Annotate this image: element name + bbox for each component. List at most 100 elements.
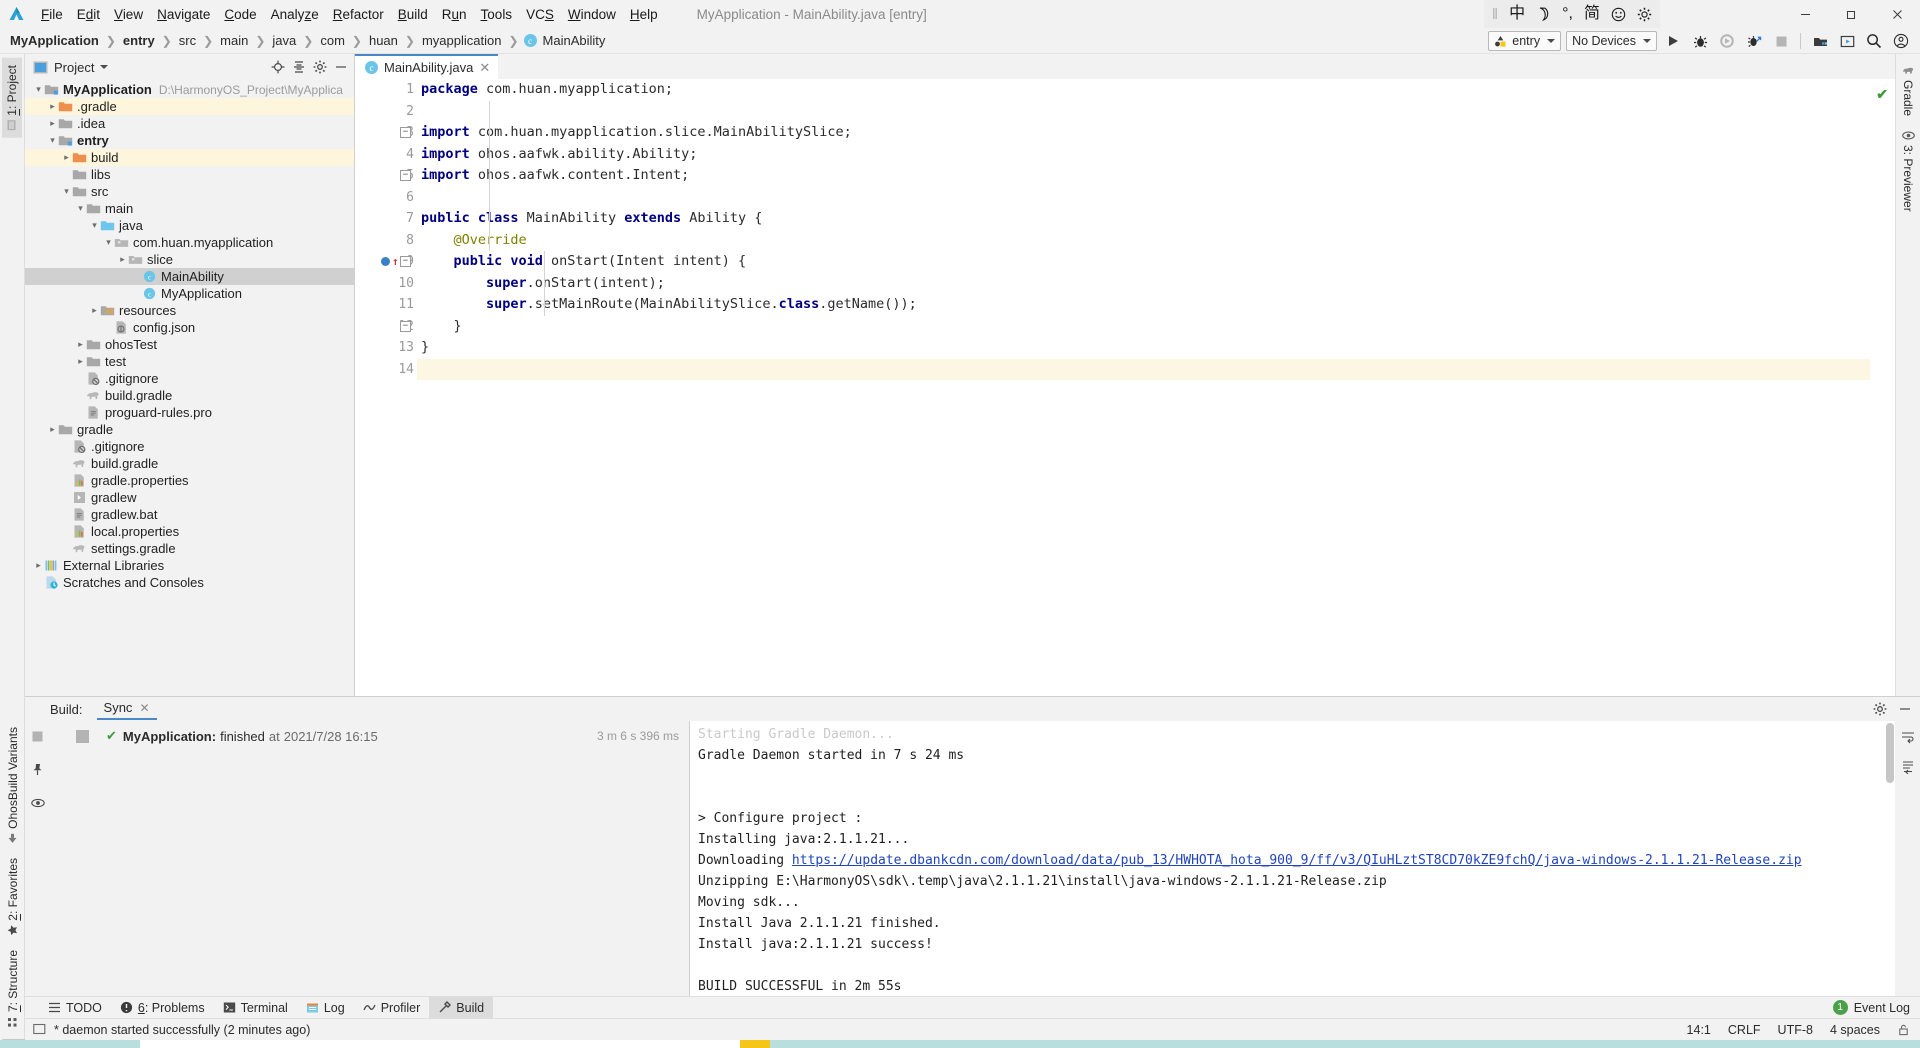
chevron-right-icon[interactable]: ▸ <box>117 254 128 265</box>
breakpoint-icon[interactable] <box>381 257 390 267</box>
menu-code[interactable]: Code <box>217 4 263 25</box>
code-editor[interactable]: 1 2 −3 4 −5 6 7 8 ↑−9 10 11 −12 13 14 package com.hua… <box>355 79 1895 696</box>
gutter-line-10[interactable]: 10 <box>355 273 417 295</box>
code-line-8[interactable]: @Override <box>417 230 1870 252</box>
event-log-area[interactable]: 1 Event Log <box>1832 1000 1910 1015</box>
close-icon[interactable]: ✕ <box>479 60 490 76</box>
tree-node-resources[interactable]: ▸ resources <box>25 302 354 319</box>
gutter-line-5[interactable]: −5 <box>355 165 417 187</box>
hide-panel-button[interactable] <box>331 58 350 77</box>
tree-node-test[interactable]: ▸ test <box>25 353 354 370</box>
tool-tab-6-problems[interactable]: 6: Problems <box>111 997 214 1019</box>
rail-tab-previewer[interactable]: 3: Previewer <box>1898 123 1918 219</box>
build-tab-sync[interactable]: Sync ✕ <box>96 698 157 720</box>
code-line-5[interactable]: import ohos.aafwk.content.Intent; <box>417 165 1870 187</box>
tree-node-mainability[interactable]: c MainAbility <box>25 268 354 285</box>
tree-node-gradle[interactable]: ▸ gradle <box>25 421 354 438</box>
status-encoding[interactable]: UTF-8 <box>1778 1023 1813 1037</box>
gutter-line-2[interactable]: 2 <box>355 101 417 123</box>
tree-node-gradle-properties[interactable]: gradle.properties <box>25 472 354 489</box>
code-line-2[interactable] <box>417 101 1870 123</box>
chevron-right-icon[interactable]: ▸ <box>89 305 100 316</box>
scroll-to-end-icon[interactable] <box>1898 757 1917 776</box>
gutter-line-11[interactable]: 11 <box>355 294 417 316</box>
code-line-10[interactable]: super.onStart(intent); <box>417 273 1870 295</box>
code-fold-toggle[interactable]: − <box>400 256 411 267</box>
code-line-6[interactable] <box>417 187 1870 209</box>
tree-node-build[interactable]: ▸ build <box>25 149 354 166</box>
gutter-line-13[interactable]: 13 <box>355 337 417 359</box>
gutter-line-12[interactable]: −12 <box>355 316 417 338</box>
code-line-1[interactable]: package com.huan.myapplication; <box>417 79 1870 101</box>
chevron-right-icon[interactable]: ▸ <box>47 118 58 129</box>
chevron-down-icon[interactable] <box>100 65 109 69</box>
ime-emoji-icon[interactable] <box>1611 7 1626 22</box>
code-line-9[interactable]: public void onStart(Intent intent) { <box>417 251 1870 273</box>
chevron-right-icon[interactable]: ▸ <box>47 424 58 435</box>
override-marker-icon[interactable]: ↑ <box>392 255 399 268</box>
code-line-11[interactable]: super.setMainRoute(MainAbilitySlice.clas… <box>417 294 1870 316</box>
event-log-label[interactable]: Event Log <box>1854 1001 1910 1015</box>
profile-button[interactable] <box>1743 30 1765 52</box>
gutter-line-1[interactable]: 1 <box>355 79 417 101</box>
tree-node-com-huan-myapplication[interactable]: ▾ com.huan.myapplication <box>25 234 354 251</box>
chevron-down-icon[interactable]: ▾ <box>103 237 114 248</box>
code-line-3[interactable]: import com.huan.myapplication.slice.Main… <box>417 122 1870 144</box>
build-settings-gear-icon[interactable] <box>1870 700 1889 719</box>
sdk-manager-button[interactable] <box>1809 30 1831 52</box>
close-button[interactable] <box>1874 0 1920 28</box>
tree-node-libs[interactable]: libs <box>25 166 354 183</box>
tree-node-local-properties[interactable]: local.properties <box>25 523 354 540</box>
run-button[interactable] <box>1662 30 1684 52</box>
ime-moon-icon[interactable] <box>1536 6 1551 22</box>
breadcrumb-item-entry[interactable]: entry <box>121 33 157 48</box>
tree-node-settings-gradle[interactable]: settings.gradle <box>25 540 354 557</box>
run-with-coverage-button[interactable] <box>1716 30 1738 52</box>
chevron-down-icon[interactable]: ▾ <box>89 220 100 231</box>
menu-run[interactable]: Run <box>435 4 474 25</box>
rail-tab-project[interactable]: 1: Project <box>2 58 22 138</box>
tool-tab-todo[interactable]: TODO <box>39 997 111 1019</box>
breadcrumb-item-huan[interactable]: huan <box>367 33 400 48</box>
gutter-line-9[interactable]: ↑−9 <box>355 251 417 273</box>
tool-tab-profiler[interactable]: Profiler <box>354 997 430 1019</box>
menu-view[interactable]: View <box>107 4 150 25</box>
code-fold-toggle[interactable]: − <box>400 127 411 138</box>
gutter-line-7[interactable]: 7 <box>355 208 417 230</box>
project-tree[interactable]: ▾ MyApplication D:\HarmonyOS_Project\MyApp… <box>25 80 354 696</box>
code-content[interactable]: package com.huan.myapplication; import c… <box>417 79 1870 696</box>
tree-node-external-libraries[interactable]: ▸ External Libraries <box>25 557 354 574</box>
tree-node-config-json[interactable]: config.json <box>25 319 354 336</box>
tree-node-idea[interactable]: ▸ .idea <box>25 115 354 132</box>
tree-node-gradlew[interactable]: gradlew <box>25 489 354 506</box>
tree-node-build-gradle[interactable]: build.gradle <box>25 455 354 472</box>
code-fold-toggle[interactable]: − <box>400 320 411 332</box>
editor-tab-mainability[interactable]: c MainAbility.java ✕ <box>355 54 499 79</box>
breadcrumb-item-src[interactable]: src <box>177 33 198 48</box>
rail-tab-structure[interactable]: 7: Structure <box>3 943 23 1034</box>
tree-node-myapplication[interactable]: ▾ MyApplication D:\HarmonyOS_Project\MyApp… <box>25 81 354 98</box>
pin-icon[interactable] <box>28 760 47 779</box>
tool-tab-terminal[interactable]: Terminal <box>214 997 297 1019</box>
rail-tab-ohosbuild-variants[interactable]: OhosBuild Variants <box>3 720 23 851</box>
tree-node-myapplication[interactable]: c MyApplication <box>25 285 354 302</box>
breadcrumb-item-mainability[interactable]: MainAbility <box>541 33 608 48</box>
ime-simplified-icon[interactable]: 简 <box>1584 6 1600 22</box>
menu-help[interactable]: Help <box>623 4 665 25</box>
breadcrumb-item-main[interactable]: main <box>218 33 250 48</box>
breadcrumb-item-java[interactable]: java <box>270 33 298 48</box>
gutter-line-4[interactable]: 4 <box>355 144 417 166</box>
code-line-7[interactable]: public class MainAbility extends Ability… <box>417 208 1870 230</box>
code-line-13[interactable]: } <box>417 337 1870 359</box>
previewer-button[interactable] <box>1836 30 1858 52</box>
tree-node-ohostest[interactable]: ▸ ohosTest <box>25 336 354 353</box>
tree-node-gitignore[interactable]: .gitignore <box>25 370 354 387</box>
editor-gutter[interactable]: 1 2 −3 4 −5 6 7 8 ↑−9 10 11 −12 13 14 <box>355 79 417 696</box>
chevron-right-icon[interactable]: ▸ <box>75 339 86 350</box>
gear-icon[interactable] <box>310 58 329 77</box>
ime-handle-icon[interactable]: ‖ <box>1492 6 1498 23</box>
tree-node-src[interactable]: ▾ src <box>25 183 354 200</box>
chevron-down-icon[interactable]: ▾ <box>75 203 86 214</box>
menu-edit[interactable]: Edit <box>70 4 107 25</box>
tree-node-gitignore[interactable]: .gitignore <box>25 438 354 455</box>
